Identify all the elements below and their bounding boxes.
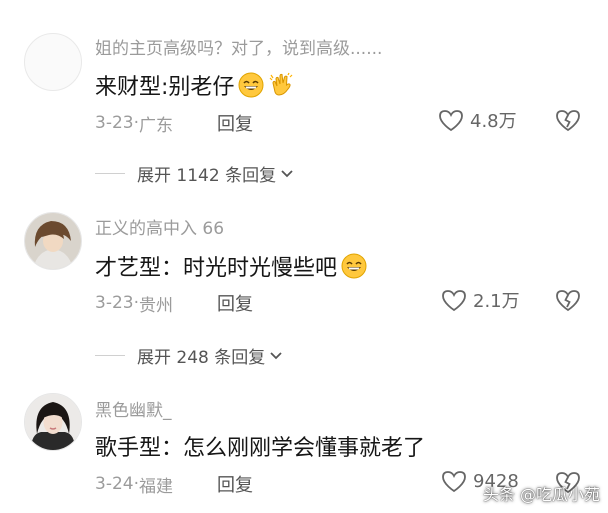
comment-location: 福建 [139, 476, 173, 497]
chevron-down-icon [270, 351, 282, 359]
comment-text-body: 来财型:别老仔 [95, 75, 235, 100]
divider [95, 173, 125, 174]
comment-location: 贵州 [139, 295, 173, 316]
comment-meta: 3-23 · 广东 回复 [95, 110, 253, 136]
comment-meta: 3-24 · 福建 回复 [95, 471, 253, 497]
reply-button[interactable]: 回复 [217, 110, 253, 136]
comment-text: 歌手型：怎么刚刚学会懂事就老了 [95, 430, 425, 462]
expand-replies-label: 展开 248 条回复 [137, 348, 266, 368]
expand-replies-label: 展开 1142 条回复 [137, 166, 277, 186]
like-count: 2.1万 [473, 291, 520, 312]
avatar[interactable] [24, 393, 82, 451]
avatar[interactable] [24, 33, 82, 91]
heart-icon [442, 290, 466, 312]
watermark: 头条 @吃瓜小苑 [482, 485, 600, 504]
chevron-down-icon [281, 169, 293, 177]
expand-replies-button[interactable]: 展开 248 条回复 [95, 343, 283, 368]
broken-heart-icon[interactable] [555, 108, 581, 132]
avatar-image [25, 394, 81, 450]
divider [95, 355, 125, 356]
heart-icon [442, 471, 466, 493]
comment-username[interactable]: 黑色幽默_ [95, 396, 172, 421]
expand-replies-button[interactable]: 展开 1142 条回复 [95, 161, 294, 186]
avatar[interactable] [24, 212, 82, 270]
comment-date: 3-23 [95, 113, 134, 133]
comment-text: 来财型:别老仔 [95, 69, 294, 101]
comment-text: 才艺型：时光时光慢些吧 [95, 250, 367, 282]
broken-heart-icon[interactable] [555, 288, 581, 312]
comment-username[interactable]: 姐的主页高级吗？对了，说到高级...... [95, 34, 382, 59]
heart-icon [439, 110, 463, 132]
like-count: 4.8万 [470, 111, 517, 132]
like-button[interactable]: 4.8万 [438, 107, 517, 133]
reply-button[interactable]: 回复 [217, 471, 253, 497]
grin-emoji-icon [341, 253, 367, 279]
grin-emoji-icon [238, 72, 264, 98]
comment-text-body: 歌手型：怎么刚刚学会懂事就老了 [95, 436, 426, 461]
like-button[interactable]: 2.1万 [441, 287, 520, 313]
avatar-image [25, 213, 81, 269]
comment-date: 3-23 [95, 293, 134, 313]
reply-button[interactable]: 回复 [217, 290, 253, 316]
comment-text-body: 才艺型：时光时光慢些吧 [95, 256, 338, 281]
comment-location: 广东 [139, 115, 173, 136]
clap-emoji-icon [269, 72, 293, 96]
comment-meta: 3-23 · 贵州 回复 [95, 290, 253, 316]
comment-list: 姐的主页高级吗？对了，说到高级...... 来财型:别老仔 3-23 · 广东 … [0, 0, 608, 513]
comment-username[interactable]: 正义的高中入 66 [95, 214, 224, 239]
comment-date: 3-24 [95, 474, 134, 494]
